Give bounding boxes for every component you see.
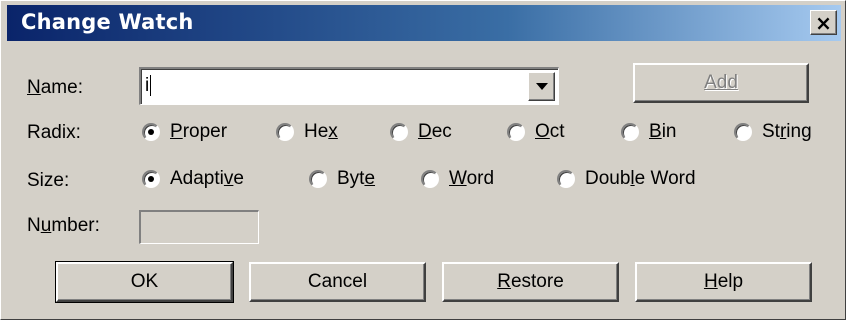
ok-button[interactable]: OK <box>55 261 234 303</box>
close-icon: × <box>815 10 832 35</box>
radix-option-label: Oct <box>535 121 565 142</box>
add-button[interactable]: Add <box>633 63 809 103</box>
radio-circle <box>390 123 408 141</box>
radio-circle <box>621 123 639 141</box>
radix-option-dec[interactable]: Dec <box>390 121 452 143</box>
radio-circle <box>276 123 294 141</box>
restore-button[interactable]: Restore <box>442 262 619 302</box>
radio-circle <box>507 123 525 141</box>
change-watch-dialog: Change Watch × Name: i Add Radix: Proper… <box>0 0 846 320</box>
radix-option-label: Bin <box>649 121 677 142</box>
close-button[interactable]: × <box>810 10 837 35</box>
radix-option-label: String <box>762 121 812 142</box>
radix-label: Radix: <box>27 122 81 143</box>
name-label-mnemonic: N <box>27 77 41 98</box>
size-option-label: Double Word <box>585 168 696 189</box>
radio-circle <box>421 170 439 188</box>
dropdown-arrow-button[interactable] <box>528 72 555 101</box>
radio-circle <box>557 170 575 188</box>
radio-circle <box>734 123 752 141</box>
radix-option-proper[interactable]: Proper <box>142 121 227 143</box>
radio-circle <box>142 123 160 141</box>
cancel-button[interactable]: Cancel <box>249 262 426 302</box>
radio-circle <box>142 170 160 188</box>
name-input[interactable]: i <box>145 75 152 97</box>
size-option-label: Adaptive <box>170 168 244 189</box>
size-label: Size: <box>27 170 70 191</box>
radix-option-oct[interactable]: Oct <box>507 121 565 143</box>
help-button-label: Help <box>703 271 744 292</box>
radio-circle <box>309 170 327 188</box>
size-option-label: Word <box>449 168 495 189</box>
radix-option-bin[interactable]: Bin <box>621 121 676 143</box>
radix-option-label: Hex <box>304 121 338 142</box>
name-input-value: i <box>145 75 150 96</box>
name-label: Name: <box>27 77 83 99</box>
number-label: Number: <box>27 215 100 236</box>
restore-button-label: Restore <box>497 271 564 292</box>
number-input[interactable] <box>139 210 259 244</box>
name-combobox[interactable]: i <box>139 67 559 105</box>
radix-option-string[interactable]: String <box>734 121 812 143</box>
add-button-label: Add <box>704 72 738 93</box>
text-caret <box>150 75 152 97</box>
radix-option-hex[interactable]: Hex <box>276 121 338 143</box>
size-option-word[interactable]: Word <box>421 168 494 190</box>
size-option-adaptive[interactable]: Adaptive <box>142 168 244 190</box>
name-label-rest: ame: <box>40 77 83 98</box>
title-bar[interactable]: Change Watch × <box>7 5 841 41</box>
window-title: Change Watch <box>21 10 194 34</box>
size-option-label: Byte <box>337 168 376 189</box>
size-option-double-word[interactable]: Double Word <box>557 168 696 190</box>
radix-option-label: Dec <box>418 121 452 142</box>
radix-option-label: Proper <box>170 121 228 142</box>
help-button[interactable]: Help <box>635 262 812 302</box>
size-option-byte[interactable]: Byte <box>309 168 375 190</box>
